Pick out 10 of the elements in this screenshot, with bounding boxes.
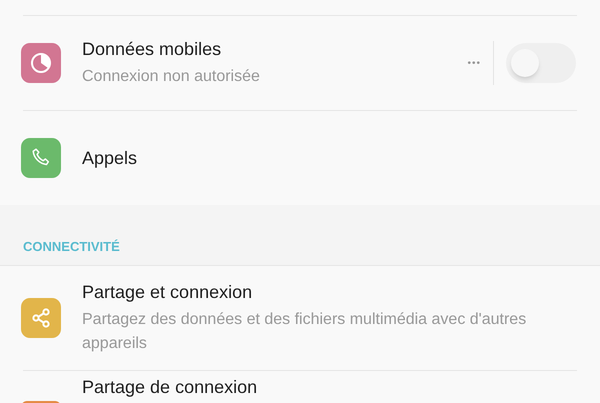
item-subtitle: Partagez des données et des fichiers multimédia avec d'autres appareils bbox=[82, 310, 528, 354]
section-header: CONNECTIVITÉ bbox=[23, 238, 120, 256]
item-title[interactable]: Appels bbox=[82, 146, 576, 170]
item-title[interactable]: Partage et connexion bbox=[82, 280, 576, 304]
share-icon bbox=[30, 307, 52, 329]
item-title[interactable]: Partage de connexion bbox=[82, 375, 576, 399]
pie-chart-icon bbox=[30, 52, 52, 74]
item-subtitle: Connexion non autorisée bbox=[82, 67, 261, 87]
toggle-switch[interactable] bbox=[506, 43, 576, 83]
item-title[interactable]: Données mobiles bbox=[82, 37, 468, 61]
